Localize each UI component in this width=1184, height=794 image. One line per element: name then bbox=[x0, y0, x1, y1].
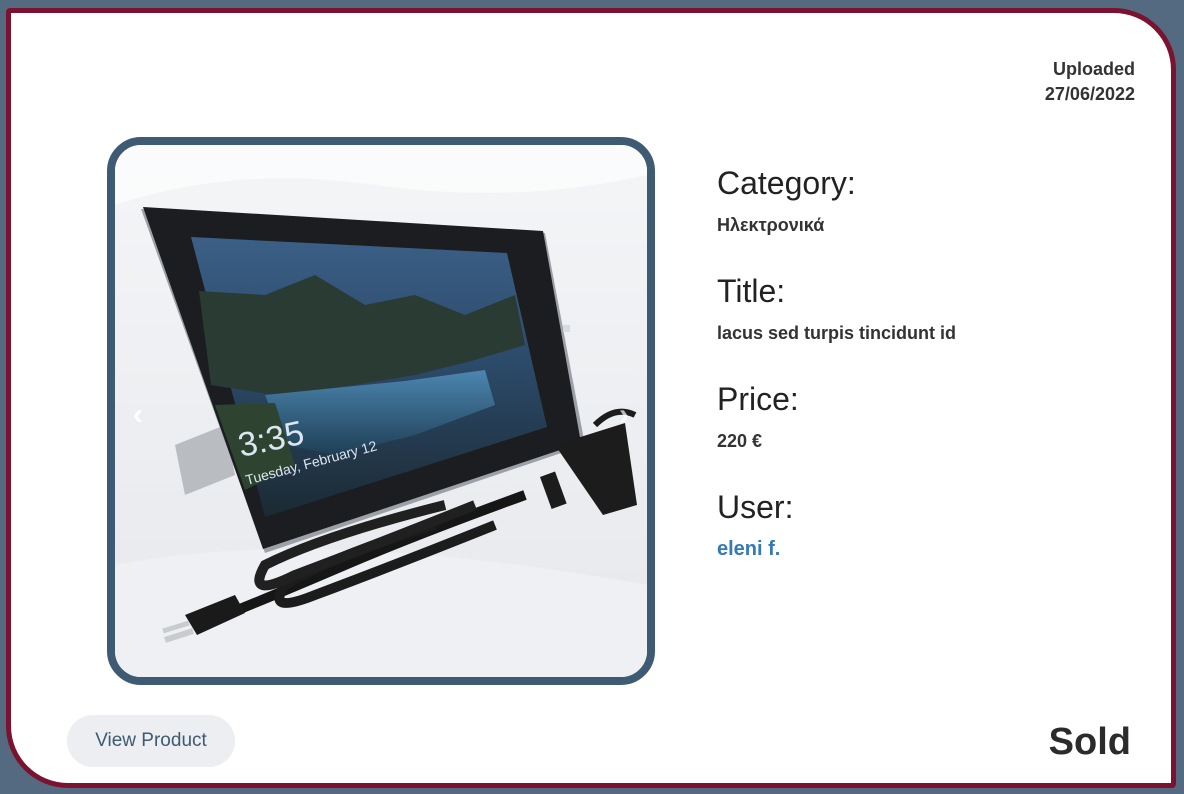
carousel-prev-icon[interactable]: ‹ bbox=[123, 395, 153, 435]
category-label: Category: bbox=[717, 165, 856, 201]
product-card: Uploaded 27/06/2022 3:35 Tuesday, Februa… bbox=[6, 8, 1176, 788]
uploaded-label: Uploaded bbox=[1052, 59, 1135, 79]
product-image: 3:35 Tuesday, February 12 bbox=[115, 145, 647, 677]
price-label: Price: bbox=[717, 381, 799, 417]
product-details: Category: Ηλεκτρονικά Title: lacus sed t… bbox=[717, 163, 1137, 595]
product-image-carousel[interactable]: 3:35 Tuesday, February 12 ‹ › bbox=[107, 137, 655, 685]
user-label: User: bbox=[717, 489, 794, 525]
upload-info: Uploaded 27/06/2022 bbox=[1045, 57, 1135, 107]
category-value: Ηλεκτρονικά bbox=[717, 215, 825, 235]
price-value: 220 € bbox=[717, 431, 763, 451]
status-badge: Sold bbox=[1048, 721, 1131, 763]
title-value: lacus sed turpis tincidunt id bbox=[717, 323, 957, 343]
user-link[interactable]: eleni f. bbox=[717, 538, 780, 560]
carousel-next-icon[interactable]: › bbox=[609, 395, 639, 435]
uploaded-date: 27/06/2022 bbox=[1044, 84, 1135, 104]
title-label: Title: bbox=[717, 273, 786, 309]
view-product-button[interactable]: View Product bbox=[67, 715, 235, 767]
